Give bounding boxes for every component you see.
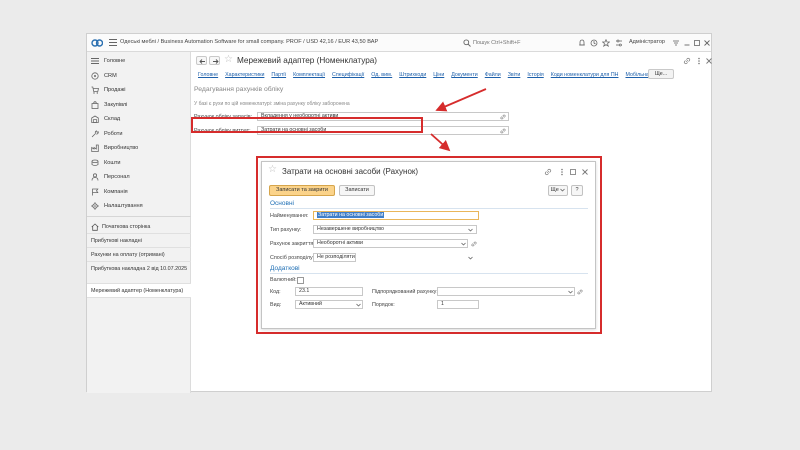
kind-label: Вид: <box>270 302 282 308</box>
account-type-dropdown[interactable] <box>468 225 474 234</box>
account-dialog: ☆ Затрати на основні засоби (Рахунок) За… <box>261 161 596 329</box>
help-button[interactable]: ? <box>571 185 583 196</box>
save-and-close-button[interactable]: Записати та закрити <box>269 185 335 196</box>
more-actions-button[interactable]: Ще <box>548 185 568 196</box>
parent-account-dropdown[interactable] <box>568 287 574 296</box>
kind-value: Активний <box>299 301 322 307</box>
arrow-to-dialog <box>430 133 451 152</box>
save-label: Записати <box>345 187 369 193</box>
dialog-close-icon[interactable] <box>581 168 589 176</box>
chevron-down-icon <box>568 290 573 294</box>
kind-dropdown[interactable] <box>356 300 362 309</box>
maximize-icon[interactable] <box>569 168 577 176</box>
order-label: Порядок: <box>372 302 395 308</box>
name-input[interactable]: Затрати на основні засоби <box>313 211 479 220</box>
distribution-method-select[interactable]: Не розподіляти <box>313 253 356 262</box>
code-value: 23.1 <box>299 288 310 294</box>
name-value: Затрати на основні засоби <box>317 212 385 218</box>
arrow-to-field <box>435 88 487 112</box>
open-link-icon[interactable] <box>471 241 477 247</box>
chevron-down-icon <box>356 303 361 307</box>
distribution-method-value: Не розподіляти <box>317 254 355 260</box>
more-vertical-icon[interactable] <box>558 168 566 176</box>
chevron-down-icon <box>468 228 473 232</box>
favorite-star-icon[interactable]: ☆ <box>268 165 277 175</box>
kind-select[interactable]: Активний <box>295 300 363 309</box>
help-label: ? <box>575 187 579 193</box>
currency-label: Валютний: <box>270 277 297 283</box>
closing-account-label: Рахунок закриття: <box>270 241 315 247</box>
chevron-down-icon <box>560 188 566 192</box>
section-main: Основні <box>270 200 294 207</box>
closing-account-field[interactable]: Необоротні активи <box>313 239 468 248</box>
save-button[interactable]: Записати <box>339 185 375 196</box>
order-value: 1 <box>441 301 444 307</box>
link-icon[interactable] <box>544 168 552 176</box>
closing-account-value: Необоротні активи <box>317 240 363 246</box>
section-extra: Додаткові <box>270 265 300 272</box>
chevron-down-icon <box>468 256 473 260</box>
save-and-close-label: Записати та закрити <box>276 187 328 193</box>
open-link-icon[interactable] <box>577 289 583 295</box>
dialog-title: Затрати на основні засоби (Рахунок) <box>282 167 419 176</box>
account-type-select[interactable]: Незавершене виробництво <box>313 225 477 234</box>
distribution-method-label: Спосіб розподілу: <box>270 255 315 261</box>
section-extra-divider <box>270 273 588 274</box>
account-type-label: Тип рахунку: <box>270 227 302 233</box>
parent-account-label: Підпорядкований рахунку: <box>372 289 438 295</box>
name-label: Найменування: <box>270 213 309 219</box>
parent-account-field[interactable] <box>437 287 575 296</box>
currency-checkbox[interactable] <box>297 277 304 284</box>
more-actions-label: Ще <box>550 187 559 193</box>
account-type-value: Незавершене виробництво <box>317 226 384 232</box>
code-input[interactable]: 23.1 <box>295 287 363 296</box>
chevron-down-icon <box>461 242 466 246</box>
code-label: Код: <box>270 289 281 295</box>
section-main-divider <box>270 208 588 209</box>
order-input[interactable]: 1 <box>437 300 479 309</box>
distribution-method-dropdown[interactable] <box>468 253 474 262</box>
closing-account-dropdown[interactable] <box>461 239 467 248</box>
